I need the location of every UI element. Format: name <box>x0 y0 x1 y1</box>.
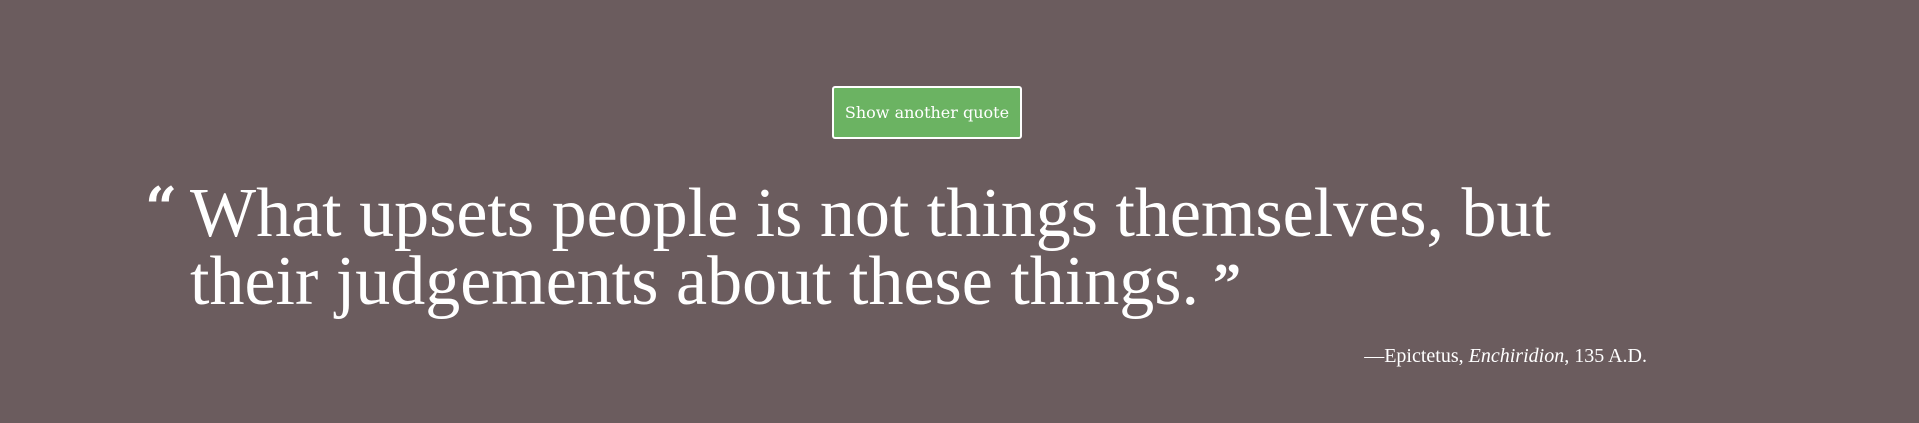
citation-date: , 135 A.D. <box>1564 345 1647 367</box>
show-another-quote-button[interactable]: Show another quote <box>832 86 1022 139</box>
quote-citation: —Epictetus, Enchiridion, 135 A.D. <box>1364 345 1647 368</box>
close-quote-icon: ” <box>1212 253 1241 315</box>
citation-separator: , <box>1458 345 1469 367</box>
citation-prefix: — <box>1364 345 1385 367</box>
quote-block: “ What upsets people is not things thems… <box>145 175 1665 317</box>
citation-author: Epictetus <box>1384 345 1459 367</box>
citation-work: Enchiridion <box>1468 345 1565 367</box>
quote-text-container: What upsets people is not things themsel… <box>145 179 1640 317</box>
open-quote-icon: “ <box>145 175 178 241</box>
quote-text: What upsets people is not things themsel… <box>190 175 1551 320</box>
